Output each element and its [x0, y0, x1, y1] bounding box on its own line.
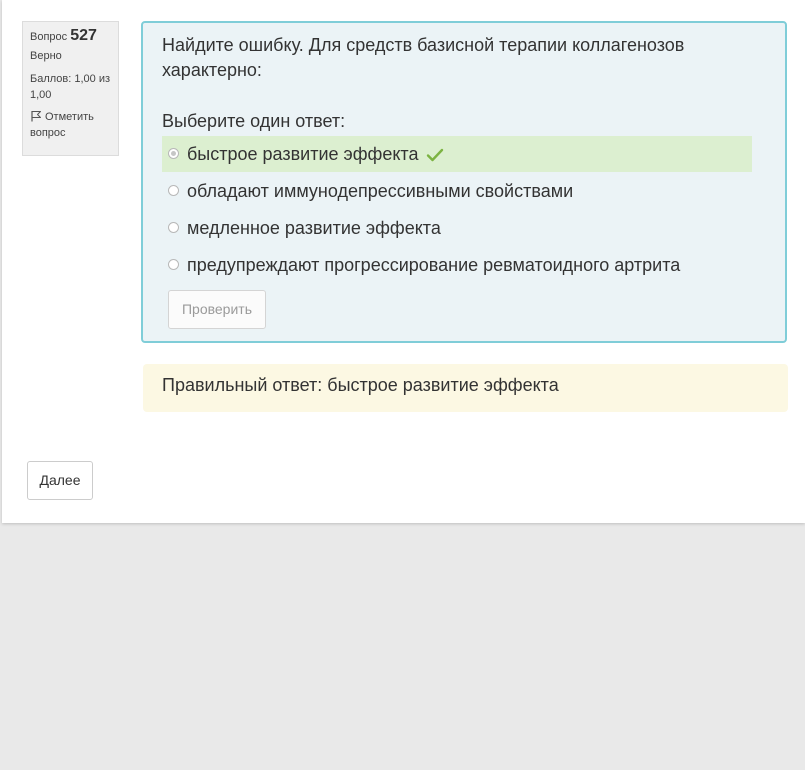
question-formulation: Найдите ошибку. Для средств базисной тер… [141, 21, 787, 343]
check-icon [427, 148, 444, 162]
answer-option-4[interactable]: предупреждают прогрессирование ревматоид… [162, 247, 752, 283]
flag-icon [31, 111, 41, 122]
answer-radio-3[interactable] [168, 222, 179, 233]
answer-radio-2[interactable] [168, 185, 179, 196]
question-text: Найдите ошибку. Для средств базисной тер… [162, 35, 685, 80]
answer-list: быстрое развитие эффекта обладают иммуно… [162, 136, 752, 284]
answer-option-1[interactable]: быстрое развитие эффекта [162, 136, 752, 172]
question-label: Вопрос [30, 31, 68, 43]
quiz-page: Вопрос 527 Верно Баллов: 1,00 из 1,00 От… [2, 0, 805, 523]
right-answer-feedback: Правильный ответ: быстрое развитие эффек… [143, 364, 788, 412]
next-button[interactable]: Далее [27, 461, 93, 500]
question-number-line: Вопрос 527 [30, 28, 111, 45]
question-grade: Баллов: 1,00 из 1,00 [30, 73, 111, 101]
question-info-panel: Вопрос 527 Верно Баллов: 1,00 из 1,00 От… [22, 21, 119, 156]
question-number: 527 [70, 27, 97, 44]
answer-label-4: предупреждают прогрессирование ревматоид… [187, 255, 681, 275]
answer-option-2[interactable]: обладают иммунодепрессивными свойствами [162, 173, 752, 209]
question-state: Верно [30, 50, 62, 62]
answer-label-2: обладают иммунодепрессивными свойствами [187, 181, 574, 201]
answer-prompt: Выберите один ответ: [162, 111, 346, 131]
answer-radio-4[interactable] [168, 259, 179, 270]
answer-label-3: медленное развитие эффекта [187, 218, 441, 238]
flag-question-link[interactable]: Отметить вопрос [30, 109, 111, 141]
answer-option-3[interactable]: медленное развитие эффекта [162, 210, 752, 246]
check-button[interactable]: Проверить [168, 290, 266, 329]
answer-label-1: быстрое развитие эффекта [187, 144, 419, 164]
answer-radio-1[interactable] [168, 148, 179, 159]
